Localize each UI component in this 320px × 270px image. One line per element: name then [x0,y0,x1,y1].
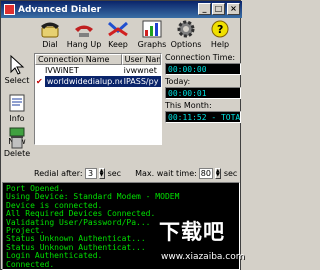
options-label: Options [170,40,202,49]
toolbar: Dial Hang Up Keep Graphs Options ? Help [33,19,241,51]
redial-input[interactable]: 3 [84,167,97,179]
timers-panel: Connection Time: 00:00:00 Today: 00:00:0… [165,53,241,145]
hang-up-label: Hang Up [66,40,102,49]
keep-plug-icon [107,19,129,39]
watermark: 下载吧 www.xiazaiba.com [149,216,245,268]
connections-list[interactable]: Connection Name User Nam IVWiNET ivwwnet… [34,53,162,145]
title-bar[interactable]: Advanced Dialer _ □ × [1,1,242,18]
connection-name: IVWiNET [45,66,79,75]
max-wait-label: Max. wait time: [135,168,197,178]
keep-label: Keep [108,40,128,49]
keep-button[interactable]: Keep [101,19,135,51]
watermark-text: 下载吧 [159,220,225,244]
today-value: 00:00:01 [165,87,241,99]
redial-unit: sec [107,168,122,178]
column-header-user[interactable]: User Nam [121,54,161,65]
this-month-label: This Month: [165,101,212,110]
help-label: Help [210,40,230,49]
graphs-label: Graphs [137,40,167,49]
redial-bar: Redial after: 3 ▲ ▼ sec Max. wait time: 8… [34,166,241,180]
today-label: Today: [165,77,191,86]
close-button[interactable]: × [227,3,240,15]
this-month-value: 00:11:52 - TOTAL [165,111,241,123]
svg-text:?: ? [217,23,223,36]
help-icon: ? [209,19,231,39]
hang-up-button[interactable]: Hang Up [67,19,101,51]
maximize-button[interactable]: □ [212,3,225,15]
app-window: Advanced Dialer _ □ × Dial Hang Up Keep [0,0,245,270]
hangup-phone-icon [73,19,95,39]
graphs-button[interactable]: Graphs [135,19,169,51]
max-wait-input[interactable]: 80 [198,167,213,179]
app-icon [4,4,15,15]
select-arrow-icon [7,54,27,76]
select-label: Select [4,76,30,85]
list-item[interactable]: IVWiNET ivwwnet [35,65,161,76]
window-title: Advanced Dialer [18,4,102,15]
dial-label: Dial [42,40,58,49]
graph-icon [141,19,163,39]
connection-user: IPASS/py [121,76,161,87]
connection-user: ivwwnet [123,66,157,75]
log-line: Device is connected. [6,201,103,210]
log-line: Port Opened. [6,185,64,193]
max-wait-unit: sec [223,168,238,178]
dial-button[interactable]: Dial [33,19,67,51]
select-button[interactable]: Select [1,51,33,89]
minimize-button[interactable]: _ [198,3,211,15]
phone-icon [39,19,61,39]
connection-name: worldwidedialup.net [44,76,122,87]
info-button[interactable]: Info [1,89,33,127]
redial-stepper[interactable]: ▲ ▼ [98,167,105,179]
delete-label: Delete [3,149,31,158]
info-label: Info [9,114,25,123]
list-item[interactable]: ✔ worldwidedialup.net IPASS/py [35,76,161,87]
watermark-url: www.xiazaiba.com [161,252,245,262]
column-header-name[interactable]: Connection Name [35,54,122,65]
log-line: Using Device: Standard Modem - MODEM [6,193,180,202]
checkmark-icon: ✔ [35,76,45,87]
connection-time-label: Connection Time: [165,53,236,62]
connection-time-value: 00:00:00 [165,63,241,75]
delete-icon [7,135,27,149]
list-header: Connection Name User Nam [35,54,161,65]
redial-label: Redial after: [34,168,83,178]
options-button[interactable]: Options [169,19,203,51]
gear-icon [175,19,197,39]
info-icon [7,92,27,114]
help-button[interactable]: ? Help [203,19,237,51]
delete-button[interactable]: Delete [1,135,33,173]
max-wait-stepper[interactable]: ▲ ▼ [214,167,221,179]
